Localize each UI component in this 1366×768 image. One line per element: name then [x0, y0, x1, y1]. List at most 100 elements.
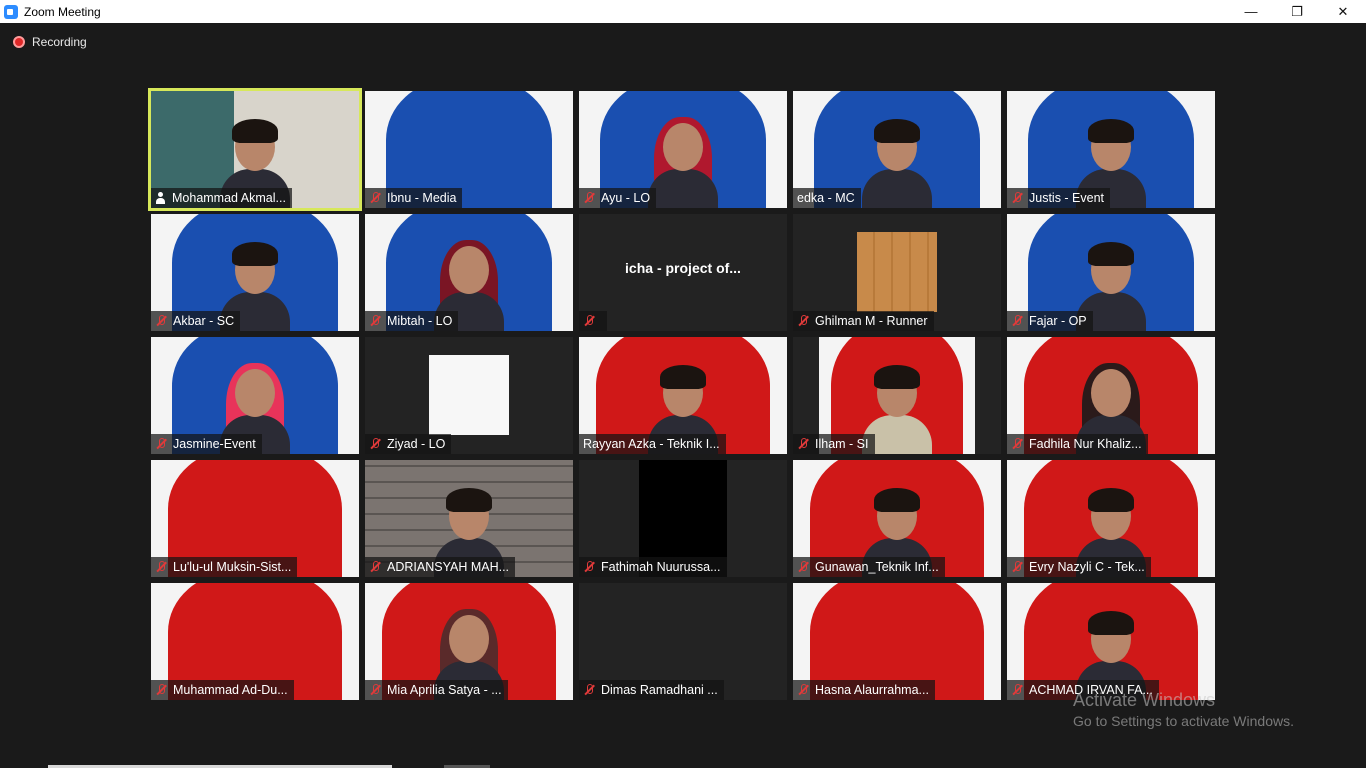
participant-name-label: Lu'lu-ul Muksin-Sist...: [151, 557, 298, 577]
mic-muted-icon: [1011, 192, 1023, 204]
participant-tile[interactable]: Mia Aprilia Satya - ...: [365, 583, 573, 700]
participant-tile[interactable]: Ghilman M - Runner: [793, 214, 1001, 331]
participant-name-label: Akbar - SC: [151, 311, 241, 331]
mic-muted-icon: [155, 315, 167, 327]
participant-name-label: Hasna Alaurrahma...: [793, 680, 935, 700]
participant-tile[interactable]: ACHMAD IRVAN FA...: [1007, 583, 1215, 700]
participant-tile[interactable]: Lu'lu-ul Muksin-Sist...: [151, 460, 359, 577]
mic-muted-icon: [797, 438, 809, 450]
participant-name: Mohammad Akmal...: [172, 191, 286, 205]
mic-muted-icon: [1011, 684, 1023, 696]
participant-name: Ziyad - LO: [387, 437, 446, 451]
participant-tile[interactable]: Gunawan_Teknik Inf...: [793, 460, 1001, 577]
recording-indicator[interactable]: Recording: [13, 35, 87, 49]
participant-tile[interactable]: Dimas Ramadhani ...: [579, 583, 787, 700]
participant-name: Dimas Ramadhani ...: [601, 683, 718, 697]
watermark-line-2: Go to Settings to activate Windows.: [1073, 713, 1294, 729]
mic-muted-icon: [797, 315, 809, 327]
mic-muted-icon: [583, 315, 595, 327]
participant-name: Ibnu - Media: [387, 191, 457, 205]
mic-muted-icon: [583, 684, 595, 696]
participant-tile[interactable]: Muhammad Ad-Du...: [151, 583, 359, 700]
participant-tile[interactable]: Evry Nazyli C - Tek...: [1007, 460, 1215, 577]
participant-center-name: icha - project of...: [625, 260, 741, 276]
activate-windows-watermark: Activate Windows Go to Settings to activ…: [1073, 690, 1294, 729]
participant-name: Mia Aprilia Satya - ...: [387, 683, 502, 697]
mic-muted-icon: [155, 438, 167, 450]
participant-name-label: Ziyad - LO: [365, 434, 452, 454]
participant-tile[interactable]: Mibtah - LO: [365, 214, 573, 331]
participant-tile[interactable]: Ayu - LO: [579, 91, 787, 208]
mic-muted-icon: [1011, 438, 1023, 450]
participant-tile[interactable]: Ibnu - Media: [365, 91, 573, 208]
participant-tile[interactable]: Fadhila Nur Khaliz...: [1007, 337, 1215, 454]
participant-name-label: [579, 311, 607, 331]
mic-muted-icon: [369, 561, 381, 573]
participant-name-label: Jasmine-Event: [151, 434, 262, 454]
recording-label: Recording: [32, 35, 87, 49]
participant-name-label: Fajar - OP: [1007, 311, 1093, 331]
mic-muted-icon: [797, 561, 809, 573]
zoom-app-icon: [4, 4, 18, 19]
participant-tile[interactable]: Mohammad Akmal...: [148, 88, 362, 211]
mic-muted-icon: [369, 315, 381, 327]
mic-muted-icon: [1011, 561, 1023, 573]
mic-muted-icon: [369, 684, 381, 696]
participant-tile[interactable]: Justis - Event: [1007, 91, 1215, 208]
participant-name-label: Fadhila Nur Khaliz...: [1007, 434, 1148, 454]
participant-name-label: Mibtah - LO: [365, 311, 459, 331]
participant-name-label: Fathimah Nuurussa...: [579, 557, 727, 577]
participant-tile[interactable]: icha - project of...: [579, 214, 787, 331]
mic-muted-icon: [797, 684, 809, 696]
participant-name-label: Muhammad Ad-Du...: [151, 680, 294, 700]
person-icon: [155, 192, 166, 204]
participant-name-label: Dimas Ramadhani ...: [579, 680, 724, 700]
gallery-grid: Mohammad Akmal... Ibnu - Media Ayu - LO edk…: [148, 88, 1218, 703]
participant-tile[interactable]: ADRIANSYAH MAH...: [365, 460, 573, 577]
window-controls: — ❐ ✕: [1228, 0, 1366, 23]
participant-tile[interactable]: edka - MC: [793, 91, 1001, 208]
participant-name: Fathimah Nuurussa...: [601, 560, 721, 574]
participant-name: ADRIANSYAH MAH...: [387, 560, 510, 574]
recording-icon: [13, 36, 25, 48]
participant-name-label: Rayyan Azka - Teknik I...: [579, 434, 726, 454]
mic-muted-icon: [155, 684, 167, 696]
participant-tile[interactable]: Fathimah Nuurussa...: [579, 460, 787, 577]
participant-name: Gunawan_Teknik Inf...: [815, 560, 939, 574]
participant-name: Ayu - LO: [601, 191, 651, 205]
participant-name-label: Ibnu - Media: [365, 188, 463, 208]
participant-name: Jasmine-Event: [173, 437, 256, 451]
close-button[interactable]: ✕: [1320, 0, 1366, 23]
participant-name-label: Mohammad Akmal...: [151, 188, 292, 208]
participant-tile[interactable]: Akbar - SC: [151, 214, 359, 331]
participant-name: Hasna Alaurrahma...: [815, 683, 929, 697]
mic-muted-icon: [583, 561, 595, 573]
participant-tile[interactable]: Ziyad - LO: [365, 337, 573, 454]
mic-muted-icon: [583, 192, 595, 204]
participant-name-label: Evry Nazyli C - Tek...: [1007, 557, 1151, 577]
participant-tile[interactable]: Jasmine-Event: [151, 337, 359, 454]
participant-name-label: Gunawan_Teknik Inf...: [793, 557, 945, 577]
participant-tile[interactable]: Fajar - OP: [1007, 214, 1215, 331]
participant-name-label: Ayu - LO: [579, 188, 657, 208]
mic-muted-icon: [369, 192, 381, 204]
participant-name: Muhammad Ad-Du...: [173, 683, 288, 697]
participant-tile[interactable]: Rayyan Azka - Teknik I...: [579, 337, 787, 454]
participant-name: Justis - Event: [1029, 191, 1105, 205]
participant-name: Rayyan Azka - Teknik I...: [583, 437, 720, 451]
participant-name-label: Ilham - SI: [793, 434, 875, 454]
participant-video: [857, 232, 937, 312]
watermark-line-1: Activate Windows: [1073, 690, 1216, 710]
participant-name: Mibtah - LO: [387, 314, 453, 328]
participant-video: [648, 113, 718, 208]
participant-tile[interactable]: Ilham - SI: [793, 337, 1001, 454]
minimize-button[interactable]: —: [1228, 0, 1274, 23]
participant-name: Fadhila Nur Khaliz...: [1029, 437, 1142, 451]
participant-name: Akbar - SC: [173, 314, 235, 328]
participant-name: Ilham - SI: [815, 437, 869, 451]
title-bar: Zoom Meeting — ❐ ✕: [0, 0, 1366, 23]
restore-button[interactable]: ❐: [1274, 0, 1320, 23]
participant-tile[interactable]: Hasna Alaurrahma...: [793, 583, 1001, 700]
participant-name-label: Justis - Event: [1007, 188, 1111, 208]
participant-name-label: ADRIANSYAH MAH...: [365, 557, 516, 577]
